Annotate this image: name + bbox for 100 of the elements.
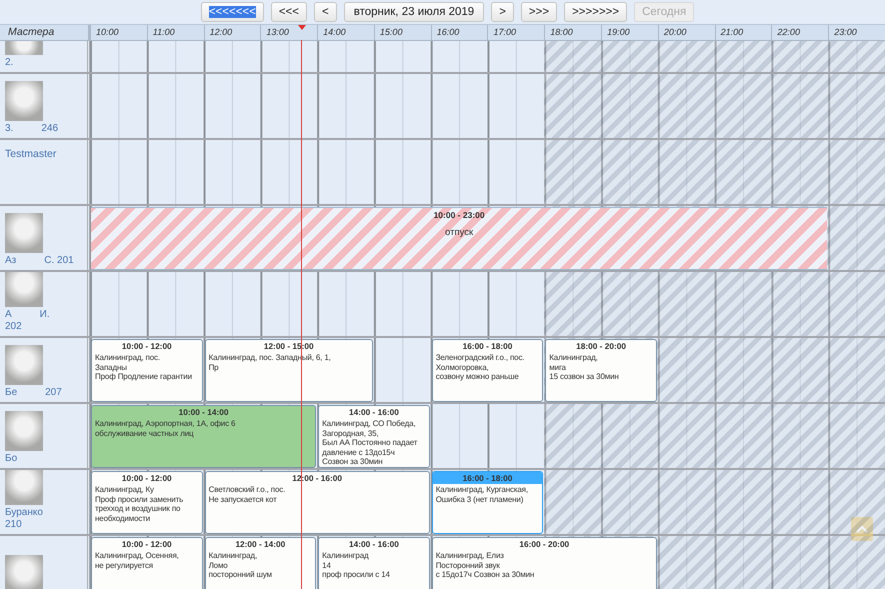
hour-label: 19:00 [601,25,658,40]
appointment-text: Ломо [208,560,229,570]
master-name[interactable]: 210 [5,519,22,531]
appointment-text: трехход и воздушник по [95,504,182,514]
nav-button[interactable]: <<<<<<< [200,2,264,22]
nav-button[interactable]: >>>>>>> [564,2,628,22]
appointment-card[interactable]: 16:00 - 20:00 Калининград, Елиз Посторонний звук с 15до17ч Созвон за 30мин [432,537,657,589]
appointment-text: Посторонний звук [436,560,501,570]
appointment-time: 16:00 - 20:00 [518,538,570,550]
appointment-text: Калининград, пос. [95,353,161,363]
appointment-text: Был АА Постоянно падает [322,438,418,448]
appointment-card[interactable]: 10:00 - 12:00 Калининград, Ку Проф просили заменить трехход и воздушник по необходимости [91,471,203,534]
appointment-card[interactable]: 10:00 - 14:00 Калининград, Аэропортная, 1А, офис 6 обслуживание частных лиц [91,405,316,468]
appointment-text: Проф Продление гарантии [95,372,193,382]
appointment-time: 18:00 - 20:00 [575,340,627,352]
photo-placeholder [5,41,43,55]
appointment-text: с 15до17ч Созвон за 30мин [436,570,536,580]
hour-label: 12:00 [204,25,260,40]
current-time-marker [298,25,306,30]
vacation-label: отпуск [444,227,474,238]
appointment-text: созвону можно раньше [436,372,520,382]
appointment-time: 10:00 - 12:00 [120,340,173,352]
appointment-time: 14:00 - 16:00 [348,406,400,418]
master-name[interactable]: 202 [5,321,22,333]
appointment-card[interactable]: 18:00 - 20:00 Калининград, мига 15 созвон за 30мин [545,339,657,402]
master-name[interactable]: 2. [5,57,14,69]
photo-placeholder [5,470,43,505]
appointment-text: Калининград, СО Победа, [322,419,417,429]
master-name[interactable]: 3. [5,123,14,135]
master-name[interactable]: Бе [5,387,18,399]
hour-label: 21:00 [714,25,772,40]
appointment-text: Калининград, Осенняя, [95,551,180,561]
appointment-time: 10:00 - 14:00 [178,406,230,418]
appointment-card[interactable]: 10:00 - 12:00 Калининград, Осенняя, не регулируется [91,537,203,589]
master-name[interactable]: Аз [5,255,16,267]
hour-label: 15:00 [374,25,431,40]
appointment-text: посторонний шум [208,570,273,580]
hour-label: 18:00 [544,25,602,40]
appointment-text: не регулируется [95,560,154,570]
appointment-text: Загородная, 35, [322,428,380,438]
hour-label: 13:00 [260,25,318,40]
chevron-up-icon [856,525,868,533]
appointment-text: Светловский г.о., пос. [208,485,286,495]
appointment-text: Калининград, Аэропортная, 1А, офис 6 [95,419,236,429]
appointment-card[interactable]: 16:00 - 18:00 Калининград, Курганская, Ошибка 3 (нет пламени) [432,471,544,534]
appointment-card[interactable]: 14:00 - 16:00 Калининград, СО Победа, Загородная, 35, Был АА Постоянно падает давление с 13до15ч Созвон за 30мин [318,405,430,468]
hour-label: 23:00 [828,25,885,40]
nav-button[interactable]: < [314,2,337,22]
appointment-text: Зеленоградский г.о., пос. [436,353,526,363]
appointment-text: необходимости [95,514,152,524]
appointment-time: 16:00 - 18:00 [432,472,542,484]
appointment-text: Ошибка 3 (нет пламени) [436,494,524,504]
photo-placeholder [5,272,43,307]
appointment-card[interactable]: 12:00 - 14:00 Калининград, Ломо посторонний шум [204,537,316,589]
photo-placeholder [5,81,43,121]
appointment-text: 15 созвон за 30мин [549,372,620,382]
hour-label: 17:00 [487,25,544,40]
vacation-time: 10:00 - 23:00 [432,210,486,220]
appointment-text: проф просили с 14 [322,570,391,580]
master-name[interactable]: Буранко [5,507,43,519]
appointment-card[interactable]: 16:00 - 18:00 Зеленоградский г.о., пос. Холмогоровка, созвону можно раньше [432,339,544,402]
hour-label: 14:00 [317,25,374,40]
master-name[interactable]: И. [40,309,50,321]
nav-button[interactable]: > [491,2,514,22]
nav-button[interactable]: >>> [520,2,558,22]
master-name[interactable]: А [5,309,12,321]
appointment-card[interactable]: 14:00 - 16:00 Калининград 14 проф просили с 14 [318,537,430,589]
appointment-text: Калининград [322,551,370,561]
appointment-text: Проф просили заменить [95,494,184,504]
appointment-text: Западны [95,362,128,372]
appointment-text: Не запускается кот [208,494,278,504]
date-button[interactable]: вторник, 23 июля 2019 [344,2,484,22]
appointment-time: 12:00 - 14:00 [234,538,286,550]
appointment-text: давление с 13до15ч [322,448,396,458]
master-name[interactable]: 246 [41,123,58,135]
appointment-time: 10:00 - 12:00 [120,472,173,484]
vacation-block[interactable]: 10:00 - 23:00 отпуск [91,207,828,270]
appointment-text: Калининград, Курганская, [436,485,529,495]
appointment-text: 14 [322,560,332,570]
master-name[interactable]: Testmaster [5,148,56,160]
photo-placeholder [5,411,43,451]
appointment-text: Калининград, Ку [95,485,155,495]
appointment-time: 14:00 - 16:00 [348,538,400,550]
appointment-time: 16:00 - 18:00 [462,340,514,352]
hour-label: 20:00 [658,25,715,40]
appointment-text: Калининград, [549,353,599,363]
hour-label: 11:00 [146,25,204,40]
appointment-text: Калининград, Елиз [436,551,505,561]
scroll-top-button[interactable] [851,517,873,541]
appointment-time: 10:00 - 12:00 [120,538,173,550]
nav-button[interactable]: <<< [270,2,307,22]
hour-label: 16:00 [430,25,488,40]
appointment-text: Калининград, [208,551,258,561]
photo-placeholder [5,345,43,385]
master-name[interactable]: Бо [5,453,18,465]
appointment-text: Созвон за 30мин [322,457,384,467]
master-name[interactable]: 207 [45,387,62,399]
master-name[interactable]: С. 201 [44,255,74,267]
appointment-card[interactable]: 10:00 - 12:00 Калининград, пос. Западны Проф Продление гарантии [91,339,203,402]
appointment-text: обслуживание частных лиц [95,428,194,438]
